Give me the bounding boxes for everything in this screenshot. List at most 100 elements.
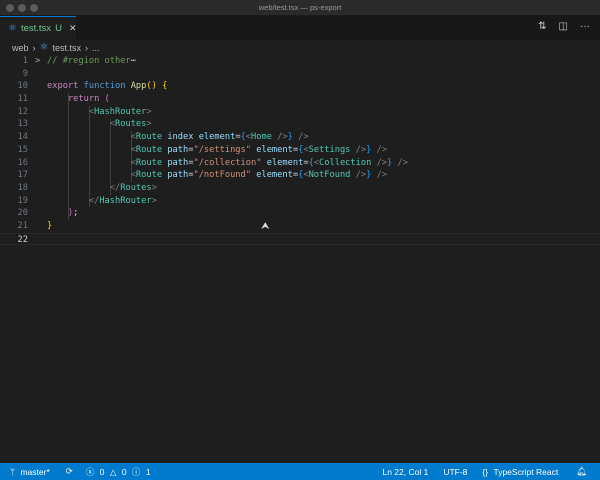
code-token: /> xyxy=(277,132,288,143)
language-mode[interactable]: {} TypeScript React xyxy=(482,467,561,477)
code-line[interactable]: 20 ); xyxy=(0,207,600,220)
code-token: < xyxy=(47,132,136,143)
more-actions-icon[interactable]: ··· xyxy=(580,21,590,32)
code-token: } xyxy=(47,220,53,231)
line-number: 13 xyxy=(17,119,28,130)
code-token: path xyxy=(167,157,189,168)
code-token: < xyxy=(47,106,95,117)
line-number: 14 xyxy=(17,132,28,143)
line-number: 1 xyxy=(22,56,28,66)
line-number: 12 xyxy=(17,106,28,117)
code-token: index element xyxy=(167,132,236,143)
error-count: 0 xyxy=(99,466,105,477)
code-token: /> xyxy=(371,170,388,181)
code-token: export xyxy=(47,81,84,92)
close-tab-icon[interactable]: ✕ xyxy=(69,23,77,34)
code-token: </ xyxy=(47,195,100,206)
breadcrumb-folder[interactable]: web xyxy=(12,43,29,53)
branch-name: master* xyxy=(20,466,50,477)
line-number: 16 xyxy=(17,157,28,168)
code-editor[interactable]: 1 > // #region other⋯ 9 10 export function Ap… xyxy=(0,55,600,463)
fold-chevron-icon[interactable]: > xyxy=(35,55,40,68)
line-code: <Route index element={<Home />} /> xyxy=(47,131,309,144)
git-branch-icon: ᛘ xyxy=(10,466,18,477)
code-line[interactable]: 17 <Route path="/notFound" element={<Not… xyxy=(0,169,600,182)
code-line[interactable]: 14 <Route index element={<Home />} /> xyxy=(0,131,600,144)
code-token: path xyxy=(167,170,189,181)
line-number: 22 xyxy=(17,234,28,245)
code-token: > xyxy=(151,182,157,193)
code-token: element xyxy=(256,144,293,155)
code-token: "/settings" xyxy=(193,144,257,155)
split-editor-icon[interactable]: ◫ xyxy=(559,21,568,32)
open-changes-icon[interactable]: ⇅ xyxy=(538,21,546,32)
line-code: <Route path="/notFound" element={<NotFou… xyxy=(47,169,387,182)
language-label: TypeScript React xyxy=(493,466,559,477)
code-line[interactable]: 21} xyxy=(0,220,600,233)
code-token: "/collection" xyxy=(193,157,267,168)
line-number: 15 xyxy=(17,144,28,155)
code-token: /> xyxy=(371,144,388,155)
code-token: /> xyxy=(376,157,388,168)
code-token: Route xyxy=(135,170,168,181)
branch-item[interactable]: ᛘ master* xyxy=(10,467,53,477)
status-bar: ᛘ master* ⟳ ⓧ 0 △ 0 ⓘ 1 Ln 22, Col 1 UTF… xyxy=(0,463,600,480)
sync-icon[interactable]: ⟳ xyxy=(66,466,73,477)
code-token: App xyxy=(130,81,147,92)
line-number: 17 xyxy=(17,170,28,181)
code-token: ; xyxy=(73,208,79,219)
code-token: Routes xyxy=(115,119,147,130)
code-token: HashRouter xyxy=(94,106,147,117)
code-token: element xyxy=(256,170,293,181)
chevron-right-icon: › xyxy=(32,42,36,53)
code-token: </ xyxy=(47,182,121,193)
code-line[interactable]: 12 <HashRouter> xyxy=(0,106,600,119)
code-line[interactable]: 19 </HashRouter> xyxy=(0,195,600,208)
code-line[interactable]: 10 export function App() { xyxy=(0,80,600,93)
problems-item[interactable]: ⓧ 0 △ 0 ⓘ 1 xyxy=(86,466,154,478)
braces-icon: {} xyxy=(482,466,491,477)
line-code: <Route path="/settings" element={<Settin… xyxy=(47,144,387,157)
tab-bar: ⚛ test.tsx U ✕ ⇅ ◫ ··· xyxy=(0,16,600,40)
line-code: </Routes> xyxy=(47,182,157,195)
code-line[interactable]: 9 xyxy=(0,68,600,81)
line-code: return ( xyxy=(47,93,110,106)
warning-icon: △ xyxy=(109,466,117,477)
line-code: // #region other⋯ xyxy=(47,55,136,68)
chevron-right-icon: › xyxy=(85,42,88,53)
code-token: > xyxy=(146,119,152,130)
code-token: path xyxy=(167,144,189,155)
cursor-position[interactable]: Ln 22, Col 1 xyxy=(382,467,428,477)
line-code: <Route path="/collection" element={<Coll… xyxy=(47,157,408,170)
code-line[interactable]: 15 <Route path="/settings" element={<Set… xyxy=(0,144,600,157)
code-token: /> xyxy=(392,157,408,168)
code-line[interactable]: 22 xyxy=(0,232,600,246)
code-line[interactable]: 1 > // #region other⋯ xyxy=(0,55,600,68)
title-bar: web/test.tsx — ps-export xyxy=(0,0,600,16)
code-line[interactable]: 18 </Routes> xyxy=(0,182,600,195)
react-file-icon: ⚛ xyxy=(8,23,17,34)
code-token: Route xyxy=(135,132,168,143)
code-token: () xyxy=(146,81,163,92)
code-token: NotFound xyxy=(308,170,356,181)
encoding[interactable]: UTF-8 xyxy=(443,467,467,477)
info-count: 1 xyxy=(145,466,151,477)
code-line[interactable]: 13 <Routes> xyxy=(0,118,600,131)
notifications-bell-icon[interactable]: 🔔︎ xyxy=(576,466,587,477)
breadcrumb-file[interactable]: test.tsx xyxy=(52,43,81,53)
code-token: ( xyxy=(104,94,110,105)
warning-count: 0 xyxy=(121,466,127,477)
code-line[interactable]: 16 <Route path="/collection" element={<C… xyxy=(0,157,600,170)
code-token: > xyxy=(146,106,152,117)
breadcrumb-symbols[interactable]: ... xyxy=(92,43,100,53)
code-token: > xyxy=(151,195,157,206)
code-token: return xyxy=(47,94,105,105)
code-token: Collection xyxy=(319,157,377,168)
error-icon: ⓧ xyxy=(85,466,95,477)
code-token: < xyxy=(47,170,136,181)
code-token: < xyxy=(47,144,136,155)
code-token: Routes xyxy=(120,182,152,193)
tab-test-tsx[interactable]: ⚛ test.tsx U ✕ xyxy=(0,16,76,40)
line-number: 18 xyxy=(17,182,28,193)
code-line[interactable]: 11 return ( xyxy=(0,93,600,106)
